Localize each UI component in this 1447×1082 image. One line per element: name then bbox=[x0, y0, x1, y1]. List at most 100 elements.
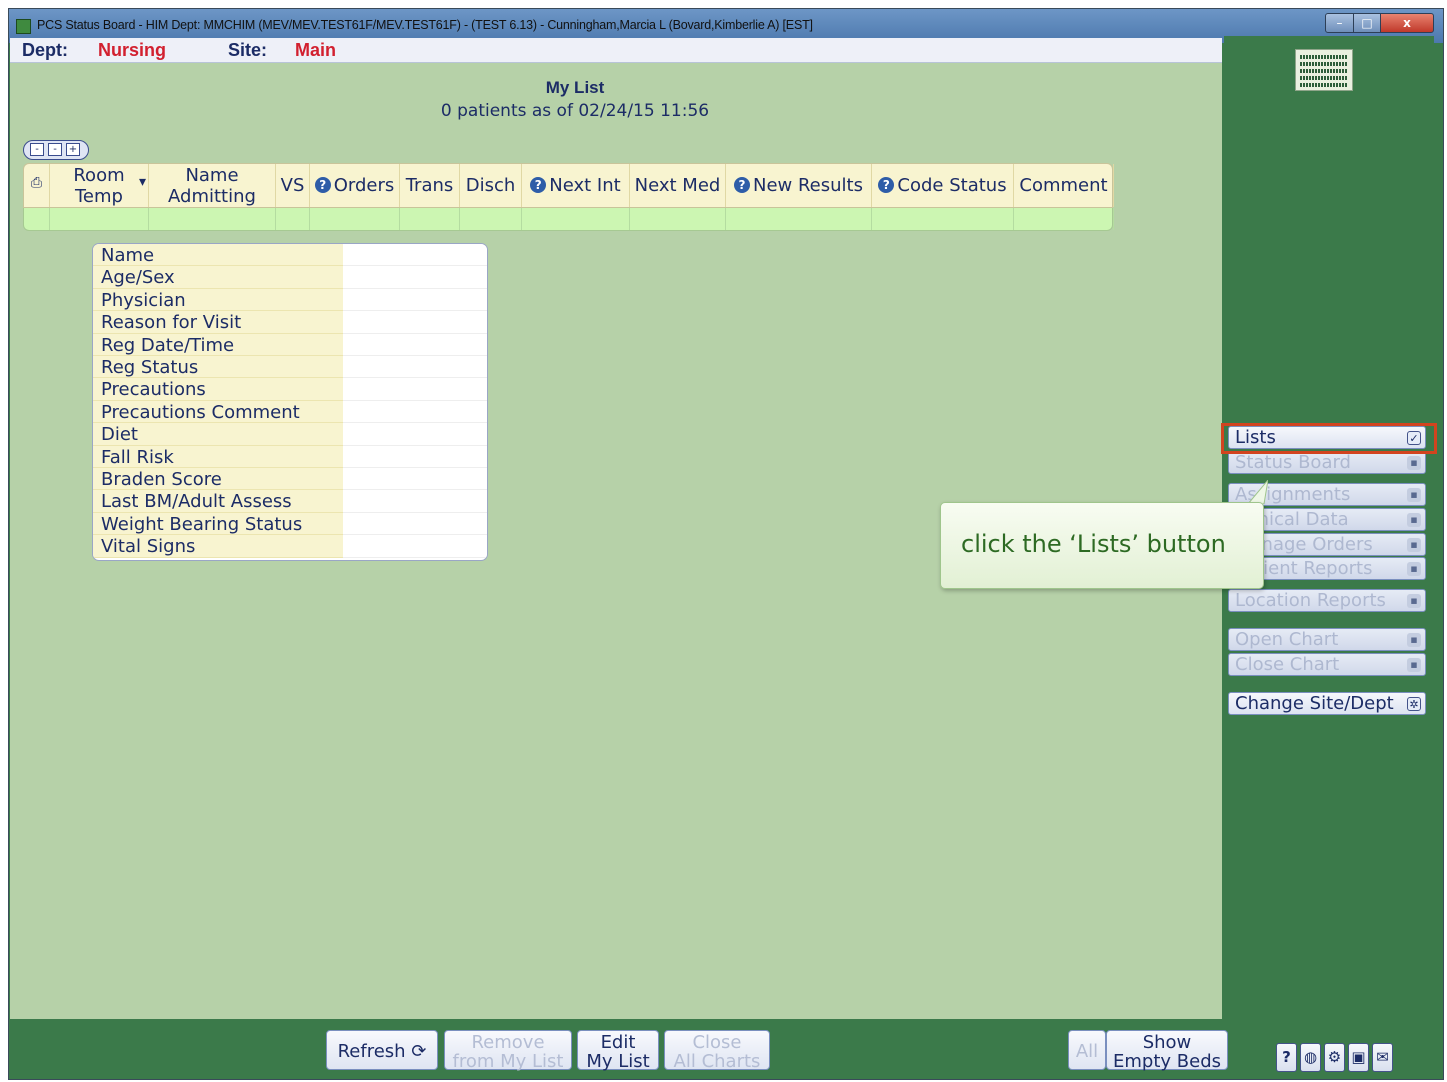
column-label: Next Int bbox=[549, 175, 621, 196]
gear-icon: ✲ bbox=[1407, 697, 1421, 711]
close-label-2: All Charts bbox=[673, 1051, 761, 1072]
help-icon[interactable]: ? bbox=[734, 177, 750, 193]
detail-label: Reg Status bbox=[101, 357, 199, 378]
detail-value bbox=[343, 423, 487, 446]
help-icon[interactable]: ? bbox=[530, 177, 547, 193]
detail-row: Weight Bearing Status bbox=[93, 512, 487, 536]
column-header-disch[interactable]: Disch bbox=[460, 164, 522, 207]
app-icon bbox=[16, 19, 31, 34]
detail-value bbox=[343, 356, 487, 379]
lock-icon[interactable]: ▣ bbox=[1348, 1043, 1369, 1072]
lists-button-highlight bbox=[1221, 423, 1437, 454]
column-header-comment[interactable]: Comment bbox=[1014, 164, 1114, 207]
column-label: Orders bbox=[333, 175, 395, 196]
column-label: Disch bbox=[465, 175, 516, 196]
patient-count: 0 patients as of 02/24/15 11:56 bbox=[440, 101, 710, 121]
empty-cell bbox=[400, 208, 460, 230]
settings-icon[interactable]: ⚙ bbox=[1324, 1043, 1345, 1072]
column-toggle[interactable]: - - + bbox=[23, 140, 89, 160]
empty-cell bbox=[24, 208, 50, 230]
orders-icon: ▪ bbox=[1407, 538, 1421, 552]
help-icon[interactable]: ? bbox=[1276, 1043, 1297, 1072]
board-icon: ▪ bbox=[1407, 456, 1421, 470]
show-label-1: Show bbox=[1142, 1032, 1192, 1053]
remove-from-list-button[interactable]: Remove from My List bbox=[444, 1030, 572, 1072]
detail-value bbox=[343, 378, 487, 401]
column-label: Trans bbox=[405, 175, 454, 196]
detail-label: Vital Signs bbox=[101, 536, 196, 558]
empty-cell bbox=[276, 208, 310, 230]
edit-label-2: My List bbox=[586, 1051, 650, 1072]
detail-row: Precautions bbox=[93, 378, 487, 401]
detail-row: Reg Date/Time bbox=[93, 333, 487, 356]
detail-row: Vital Signs bbox=[93, 535, 487, 558]
column-label-line1: Name bbox=[185, 165, 239, 186]
empty-cell bbox=[460, 208, 522, 230]
sidebar-button-label: Location Reports bbox=[1235, 590, 1386, 611]
expand-columns-icon[interactable]: + bbox=[66, 143, 80, 156]
detail-label: Precautions bbox=[101, 379, 206, 401]
data-icon: ▪ bbox=[1407, 513, 1421, 527]
help-icon[interactable]: ? bbox=[878, 177, 895, 193]
collapse-columns-icon[interactable]: - bbox=[30, 143, 44, 156]
mail-icon[interactable]: ✉ bbox=[1372, 1043, 1393, 1072]
column-header-orders[interactable]: ? Orders bbox=[310, 164, 400, 207]
all-label: All bbox=[1075, 1041, 1099, 1062]
all-beds-button[interactable]: All bbox=[1068, 1030, 1106, 1070]
edit-my-list-button[interactable]: Edit My List bbox=[577, 1030, 659, 1072]
detail-value bbox=[343, 266, 487, 289]
close-button[interactable]: x bbox=[1380, 13, 1434, 33]
detail-value bbox=[343, 400, 487, 424]
help-icon[interactable]: ? bbox=[314, 177, 331, 193]
column-header-name[interactable]: Name Admitting bbox=[149, 164, 276, 207]
maximize-button[interactable]: □ bbox=[1353, 13, 1381, 33]
tutorial-callout: click the ‘Lists’ button bbox=[940, 502, 1264, 589]
status-board-button[interactable]: Status Board ▪ bbox=[1228, 451, 1426, 474]
dept-site-bar: Dept: Nursing Site: Main bbox=[10, 38, 1222, 63]
detail-row: Diet bbox=[93, 423, 487, 446]
empty-cell bbox=[149, 208, 276, 230]
minimize-button[interactable]: – bbox=[1325, 13, 1354, 33]
column-header-code-status[interactable]: ? Code Status bbox=[872, 164, 1014, 207]
detail-label: Name bbox=[101, 245, 155, 266]
column-header-next-med[interactable]: Next Med bbox=[630, 164, 726, 207]
detail-label: Reg Date/Time bbox=[101, 334, 235, 356]
remove-label-2: from My List bbox=[452, 1051, 564, 1072]
refresh-button[interactable]: Refresh ⟳ bbox=[326, 1030, 438, 1070]
detail-label: Age/Sex bbox=[101, 267, 175, 289]
detail-value bbox=[343, 468, 487, 491]
column-header-vs[interactable]: VS bbox=[276, 164, 310, 207]
detail-row: Fall Risk bbox=[93, 445, 487, 468]
refresh-label: Refresh bbox=[337, 1041, 406, 1062]
patient-table-header: ⎙ Room Temp ▾ Name Admitting VS? Orders Trans Dis… bbox=[23, 163, 1114, 208]
column-label: VS bbox=[280, 175, 305, 196]
close-all-charts-button[interactable]: Close All Charts bbox=[664, 1030, 770, 1072]
patient-detail-panel: Name Age/Sex Physician Reason for Visit Reg … bbox=[92, 243, 488, 561]
callout-pointer bbox=[1247, 480, 1268, 504]
open-chart-button[interactable]: Open Chart ▪ bbox=[1228, 628, 1426, 651]
column-header-trans[interactable]: Trans bbox=[400, 164, 460, 207]
change-site-dept-button[interactable]: Change Site/Dept ✲ bbox=[1228, 692, 1426, 715]
sidebar-button-label: Change Site/Dept bbox=[1235, 693, 1394, 714]
sort-dropdown-icon[interactable]: ▾ bbox=[139, 174, 146, 190]
empty-cell bbox=[872, 208, 1014, 230]
detail-row: Last BM/Adult Assess bbox=[93, 490, 487, 513]
column-label-line2: Admitting bbox=[168, 186, 256, 207]
detail-row: Physician bbox=[93, 288, 487, 312]
edit-label-1: Edit bbox=[600, 1032, 636, 1053]
column-header-room[interactable]: Room Temp ▾ bbox=[50, 164, 149, 207]
detail-value bbox=[343, 490, 487, 513]
empty-cell bbox=[726, 208, 872, 230]
collapse-columns-icon[interactable]: - bbox=[48, 143, 62, 156]
print-list-icon[interactable]: ⎙ bbox=[24, 164, 50, 207]
show-empty-beds-button[interactable]: Show Empty Beds bbox=[1106, 1030, 1228, 1072]
column-header-new-results[interactable]: ? New Results bbox=[726, 164, 872, 207]
column-header-next-int[interactable]: ? Next Int bbox=[522, 164, 630, 207]
detail-label: Fall Risk bbox=[101, 446, 174, 468]
location-reports-button[interactable]: Location Reports ▪ bbox=[1228, 589, 1426, 612]
close-chart-button[interactable]: Close Chart ▪ bbox=[1228, 653, 1426, 676]
logo bbox=[1295, 49, 1353, 91]
empty-cell bbox=[522, 208, 630, 230]
globe-icon[interactable]: ◍ bbox=[1300, 1043, 1321, 1072]
detail-label: Braden Score bbox=[101, 469, 222, 490]
